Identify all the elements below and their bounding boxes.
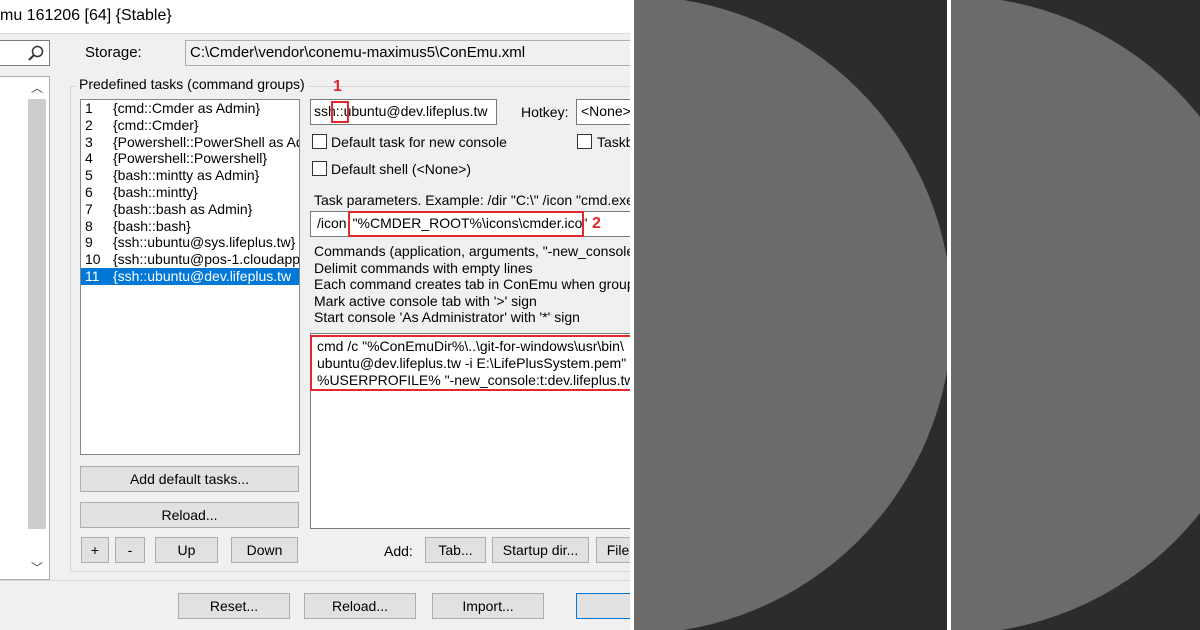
window-title: mu 161206 [64] {Stable}: [0, 7, 172, 24]
task-list-item[interactable]: 5 {bash::mintty as Admin}: [81, 167, 299, 184]
add-default-tasks-button[interactable]: Add default tasks...: [80, 466, 299, 492]
default-shell-checkbox[interactable]: [312, 161, 327, 176]
gray-circle-shape: [634, 0, 947, 630]
task-name: {Powershell::PowerShell as Ad: [113, 133, 300, 150]
save-settings-button[interactable]: [576, 593, 630, 619]
task-name: {cmd::Cmder}: [113, 116, 199, 133]
task-number: 5: [85, 167, 93, 184]
task-list[interactable]: 1 {cmd::Cmder as Admin} 2 {cmd::Cmder} 3 {Pow…: [80, 99, 300, 455]
storage-label: Storage:: [85, 44, 142, 61]
gray-circle-shape: [951, 0, 1200, 630]
search-icon[interactable]: [27, 44, 45, 62]
task-name: {bash::bash}: [113, 217, 191, 234]
task-number: 11: [85, 267, 100, 284]
annotation-number-2: 2: [592, 215, 601, 232]
task-list-item[interactable]: 7 {bash::bash as Admin}: [81, 201, 299, 218]
task-list-item[interactable]: 4 {Powershell::Powershell}: [81, 150, 299, 167]
task-number: 7: [85, 200, 93, 217]
add-task-button[interactable]: +: [81, 537, 109, 563]
help-line: Mark active console tab with '>' sign: [314, 292, 537, 309]
move-down-button[interactable]: Down: [231, 537, 298, 563]
remove-task-button[interactable]: -: [115, 537, 145, 563]
add-tab-button[interactable]: Tab...: [425, 537, 486, 563]
commands-help-text: Commands (application, arguments, "-new_…: [314, 243, 630, 326]
dark-panel-2: [951, 0, 1200, 630]
task-name: {bash::mintty as Admin}: [113, 167, 260, 184]
title-bar: mu 161206 [64] {Stable}: [0, 0, 630, 34]
add-startup-dir-button[interactable]: Startup dir...: [492, 537, 589, 563]
task-parameters-label: Task parameters. Example: /dir "C:\" /ic…: [314, 192, 630, 208]
import-button[interactable]: Import...: [432, 593, 544, 619]
task-list-item[interactable]: 8 {bash::bash}: [81, 218, 299, 235]
task-list-item[interactable]: 6 {bash::mintty}: [81, 184, 299, 201]
task-list-item[interactable]: 9 {ssh::ubuntu@sys.lifeplus.tw}: [81, 234, 299, 251]
conemu-settings-window: mu 161206 [64] {Stable} ︿ ﹀ Storage: C:\…: [0, 0, 630, 630]
annotation-number-1: 1: [333, 78, 342, 95]
task-list-item[interactable]: 1 {cmd::Cmder as Admin}: [81, 100, 299, 117]
task-name: {bash::bash as Admin}: [113, 200, 253, 217]
task-number: 4: [85, 150, 93, 167]
help-line: Start console 'As Administrator' with '*…: [314, 309, 580, 326]
storage-path-field[interactable]: C:\Cmder\vendor\conemu-maximus5\ConEmu.x…: [185, 40, 630, 66]
dark-panel-1: [634, 0, 947, 630]
footer-reload-button[interactable]: Reload...: [304, 593, 416, 619]
annotation-box-separator: [331, 101, 349, 123]
add-file-button[interactable]: File: [596, 537, 630, 563]
hotkey-label: Hotkey:: [521, 104, 569, 120]
help-line: Each command creates tab in ConEmu when …: [314, 276, 630, 293]
task-number: 9: [85, 234, 93, 251]
default-shell-label: Default shell (<None>): [331, 161, 472, 177]
help-line: Delimit commands with empty lines: [314, 259, 533, 276]
task-number: 3: [85, 133, 93, 150]
annotation-box-command: [310, 335, 630, 391]
help-line: Commands (application, arguments, "-new_…: [314, 243, 630, 259]
task-name: {cmd::Cmder as Admin}: [113, 100, 261, 116]
hotkey-select[interactable]: <None>: [576, 99, 630, 125]
task-name: {ssh::ubuntu@sys.lifeplus.tw}: [113, 234, 296, 251]
task-name: {bash::mintty}: [113, 183, 198, 200]
task-number: 8: [85, 217, 93, 234]
scroll-up-icon[interactable]: ︿: [27, 79, 47, 97]
task-list-item[interactable]: 11 {ssh::ubuntu@dev.lifeplus.tw: [81, 267, 299, 285]
taskbar-label: Taskb: [597, 134, 630, 150]
task-name: {ssh::ubuntu@dev.lifeplus.tw: [113, 267, 292, 284]
scrollbar-thumb[interactable]: [28, 99, 46, 529]
task-number: 6: [85, 183, 93, 200]
task-number: 10: [85, 251, 101, 268]
default-task-checkbox[interactable]: [312, 134, 327, 149]
task-list-item[interactable]: 10 {ssh::ubuntu@pos-1.cloudapp: [81, 251, 299, 268]
task-list-item[interactable]: 2 {cmd::Cmder}: [81, 117, 299, 134]
task-list-item[interactable]: 3 {Powershell::PowerShell as Ad: [81, 134, 299, 151]
params-prefix: /icon: [317, 215, 347, 231]
scroll-down-icon[interactable]: ﹀: [27, 559, 47, 577]
task-name-suffix: ubuntu@dev.lifeplus.tw: [343, 103, 488, 119]
settings-search-input[interactable]: [0, 40, 50, 66]
task-name: {ssh::ubuntu@pos-1.cloudapp: [113, 251, 300, 268]
reload-tasks-button[interactable]: Reload...: [80, 502, 299, 528]
settings-tree-pane[interactable]: ︿ ﹀: [0, 76, 50, 580]
default-task-label: Default task for new console: [331, 134, 507, 150]
add-label: Add:: [384, 543, 413, 559]
task-number: 1: [85, 100, 93, 116]
reset-button[interactable]: Reset...: [178, 593, 290, 619]
footer-divider: [0, 580, 630, 581]
taskbar-checkbox[interactable]: [577, 134, 592, 149]
task-name: {Powershell::Powershell}: [113, 150, 268, 167]
task-number: 2: [85, 116, 93, 133]
tasks-group-label: Predefined tasks (command groups): [76, 76, 308, 92]
move-up-button[interactable]: Up: [155, 537, 218, 563]
annotation-box-icon-param: [348, 211, 584, 237]
